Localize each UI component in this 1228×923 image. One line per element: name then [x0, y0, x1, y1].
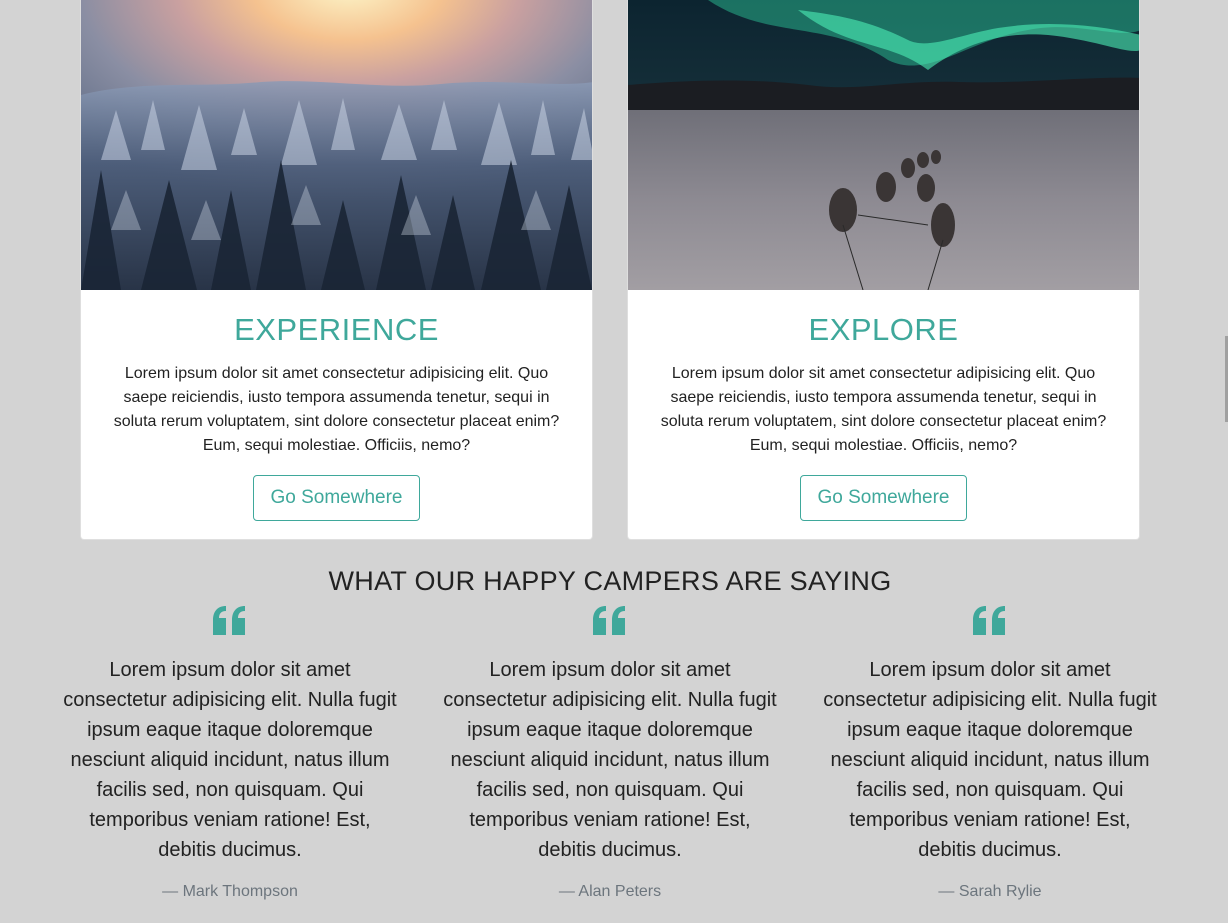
testimonial-item: Lorem ipsum dolor sit amet consectetur a…: [60, 604, 400, 904]
testimonials-heading: WHAT OUR HAPPY CAMPERS ARE SAYING: [328, 566, 892, 596]
testimonial-text: Lorem ipsum dolor sit amet consectetur a…: [823, 659, 1157, 861]
testimonial-text: Lorem ipsum dolor sit amet consectetur a…: [443, 659, 777, 861]
go-somewhere-button[interactable]: Go Somewhere: [253, 475, 420, 521]
quote-left-icon: [593, 606, 625, 635]
go-somewhere-button[interactable]: Go Somewhere: [800, 475, 967, 521]
quote-left-icon: [213, 606, 245, 635]
testimonial-author: — Alan Peters: [558, 883, 662, 900]
testimonial-author: — Sarah Rylie: [938, 883, 1042, 900]
testimonial-item: Lorem ipsum dolor sit amet consectetur a…: [440, 604, 780, 904]
explore-card-title: EXPLORE: [808, 312, 959, 347]
snowy-forest-sunrise-image: [81, 0, 592, 290]
testimonial-text: Lorem ipsum dolor sit amet consectetur a…: [63, 659, 397, 861]
experience-card: EXPERIENCE Lorem ipsum dolor sit amet co…: [80, 0, 593, 540]
explore-card: EXPLORE Lorem ipsum dolor sit amet conse…: [627, 0, 1140, 540]
testimonial-author: — Mark Thompson: [162, 883, 298, 900]
quote-left-icon: [973, 606, 1005, 635]
explore-card-text: Lorem ipsum dolor sit amet consectetur a…: [660, 365, 1107, 454]
experience-card-text: Lorem ipsum dolor sit amet consectetur a…: [113, 365, 560, 454]
aurora-dog-sled-image: [628, 0, 1139, 290]
testimonial-item: Lorem ipsum dolor sit amet consectetur a…: [820, 604, 1160, 904]
page: EXPERIENCE Lorem ipsum dolor sit amet co…: [0, 0, 1228, 923]
experience-card-title: EXPERIENCE: [234, 312, 439, 347]
